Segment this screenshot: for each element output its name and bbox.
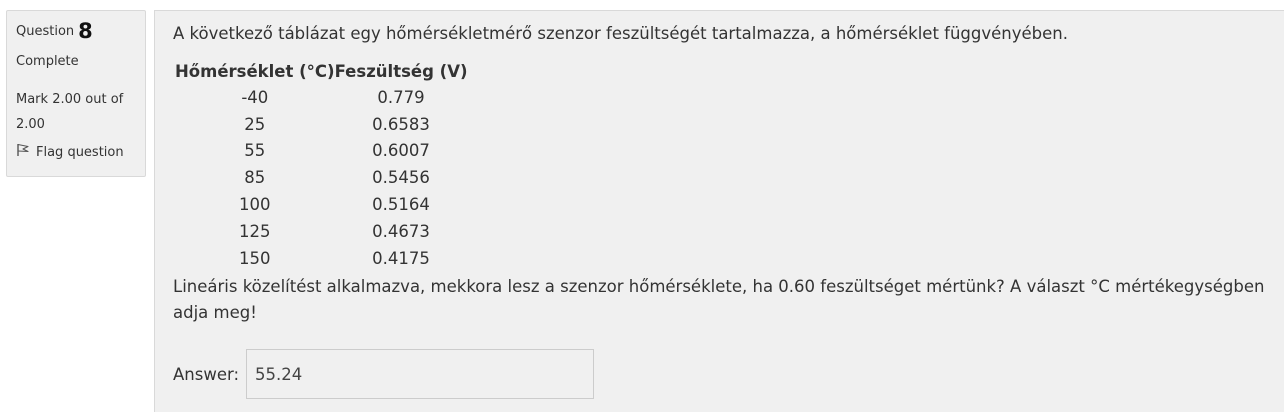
- question-intro: A következő táblázat egy hőmérsékletmérő…: [173, 24, 1068, 43]
- table-cell-voltage: 0.5164: [372, 195, 430, 215]
- question-content: A következő táblázat egy hőmérsékletmérő…: [154, 10, 1284, 412]
- table-row: 100 0.5164: [175, 191, 468, 218]
- table-cell-voltage: 0.4673: [372, 221, 430, 241]
- question-number: 8: [78, 19, 93, 43]
- table-row: 125 0.4673: [175, 218, 468, 245]
- table-cell-temperature: 125: [239, 221, 271, 241]
- table-cell-temperature: 25: [244, 114, 266, 134]
- question-number-line: Question 8: [16, 17, 145, 45]
- question-state: Complete: [16, 54, 79, 69]
- table-header-voltage: Feszültség (V): [334, 61, 468, 81]
- table-cell-temperature: -40: [241, 87, 269, 107]
- table-cell-voltage: 0.4175: [372, 248, 430, 268]
- table-cell-temperature: 150: [239, 248, 271, 268]
- table-cell-temperature: 55: [244, 141, 266, 161]
- table-row: -40 0.779: [175, 84, 468, 111]
- answer-label: Answer:: [173, 364, 240, 384]
- answer-input[interactable]: [246, 349, 595, 399]
- table-cell-temperature: 100: [239, 195, 271, 215]
- flag-icon: [16, 143, 36, 161]
- table-cell-voltage: 0.779: [377, 87, 425, 107]
- question-grade: Mark 2.00 out of 2.00: [16, 92, 124, 132]
- table-row: 55 0.6007: [175, 138, 468, 165]
- table-row: 25 0.6583: [175, 111, 468, 138]
- data-table: Hőmérséklet (°C) Feszültség (V) -40 0.77…: [175, 58, 468, 272]
- flag-question-button[interactable]: Flag question: [16, 143, 145, 161]
- question-text: Lineáris közelítést alkalmazva, mekkora …: [173, 276, 1265, 322]
- question-info-panel: Question 8 Complete Mark 2.00 out of 2.0…: [6, 10, 146, 177]
- table-cell-temperature: 85: [244, 168, 266, 188]
- table-row: 85 0.5456: [175, 164, 468, 191]
- flag-question-label: Flag question: [36, 144, 124, 160]
- table-header-temperature: Hőmérséklet (°C): [175, 61, 335, 81]
- table-cell-voltage: 0.5456: [372, 168, 430, 188]
- table-header-row: Hőmérséklet (°C) Feszültség (V): [175, 58, 468, 84]
- answer-row: Answer:: [173, 349, 595, 399]
- table-cell-voltage: 0.6007: [372, 141, 430, 161]
- question-label: Question: [16, 23, 75, 39]
- table-cell-voltage: 0.6583: [372, 114, 430, 134]
- table-row: 150 0.4175: [175, 245, 468, 272]
